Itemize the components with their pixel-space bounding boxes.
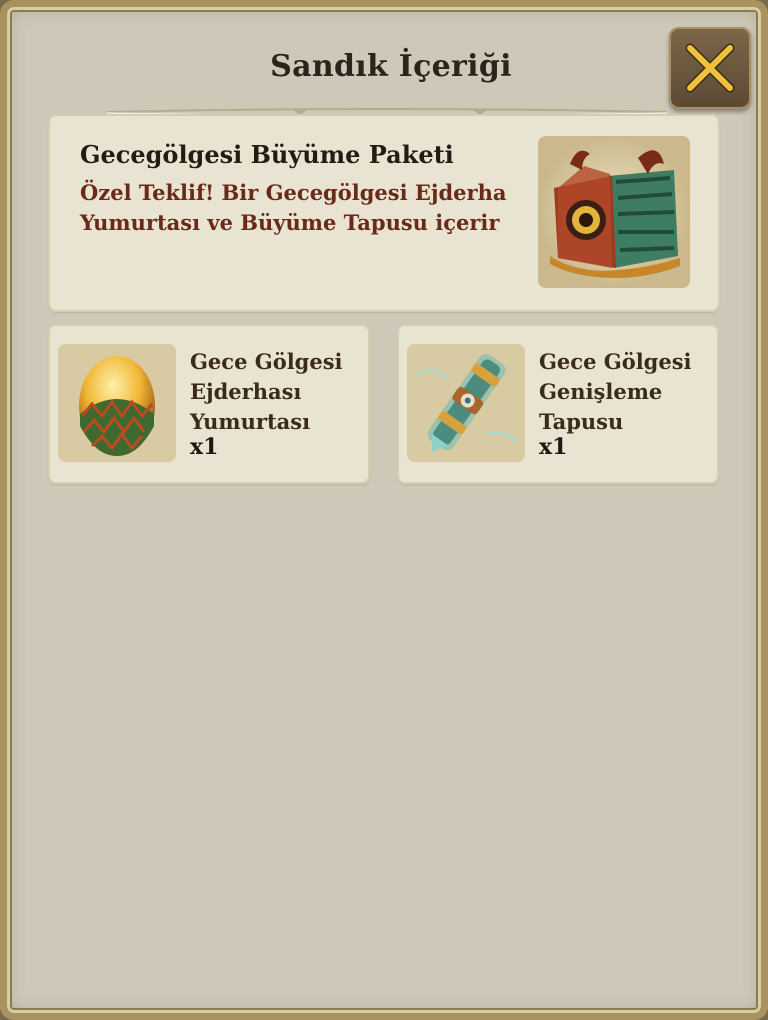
item-image-egg: [58, 344, 176, 462]
item-quantity-egg: x1: [190, 434, 219, 460]
dialog-title: Sandık İçeriği: [270, 49, 512, 84]
package-name: Gecegölgesi Büyüme Paketi: [80, 140, 454, 169]
item-quantity-deed: x1: [539, 434, 568, 460]
item-card-egg[interactable]: Gece Gölgesi Ejderhası Yumurtası x1: [50, 326, 368, 482]
item-name-deed: Gece Gölgesi Genişleme Tapusu: [539, 349, 692, 434]
package-description: Özel Teklif! Bir Gecegölgesi Ejderha Yum…: [80, 180, 507, 235]
close-icon: [685, 43, 735, 93]
scroll-icon: [407, 344, 525, 462]
close-button[interactable]: [669, 27, 751, 109]
item-card-deed[interactable]: Gece Gölgesi Genişleme Tapusu x1: [399, 326, 717, 482]
package-image: [538, 136, 690, 288]
dragon-egg-icon: [58, 344, 176, 462]
package-card: Gecegölgesi Büyüme Paketi Özel Teklif! B…: [50, 116, 718, 310]
chest-icon: [538, 136, 690, 288]
item-name-egg: Gece Gölgesi Ejderhası Yumurtası: [190, 349, 343, 434]
item-image-deed: [407, 344, 525, 462]
